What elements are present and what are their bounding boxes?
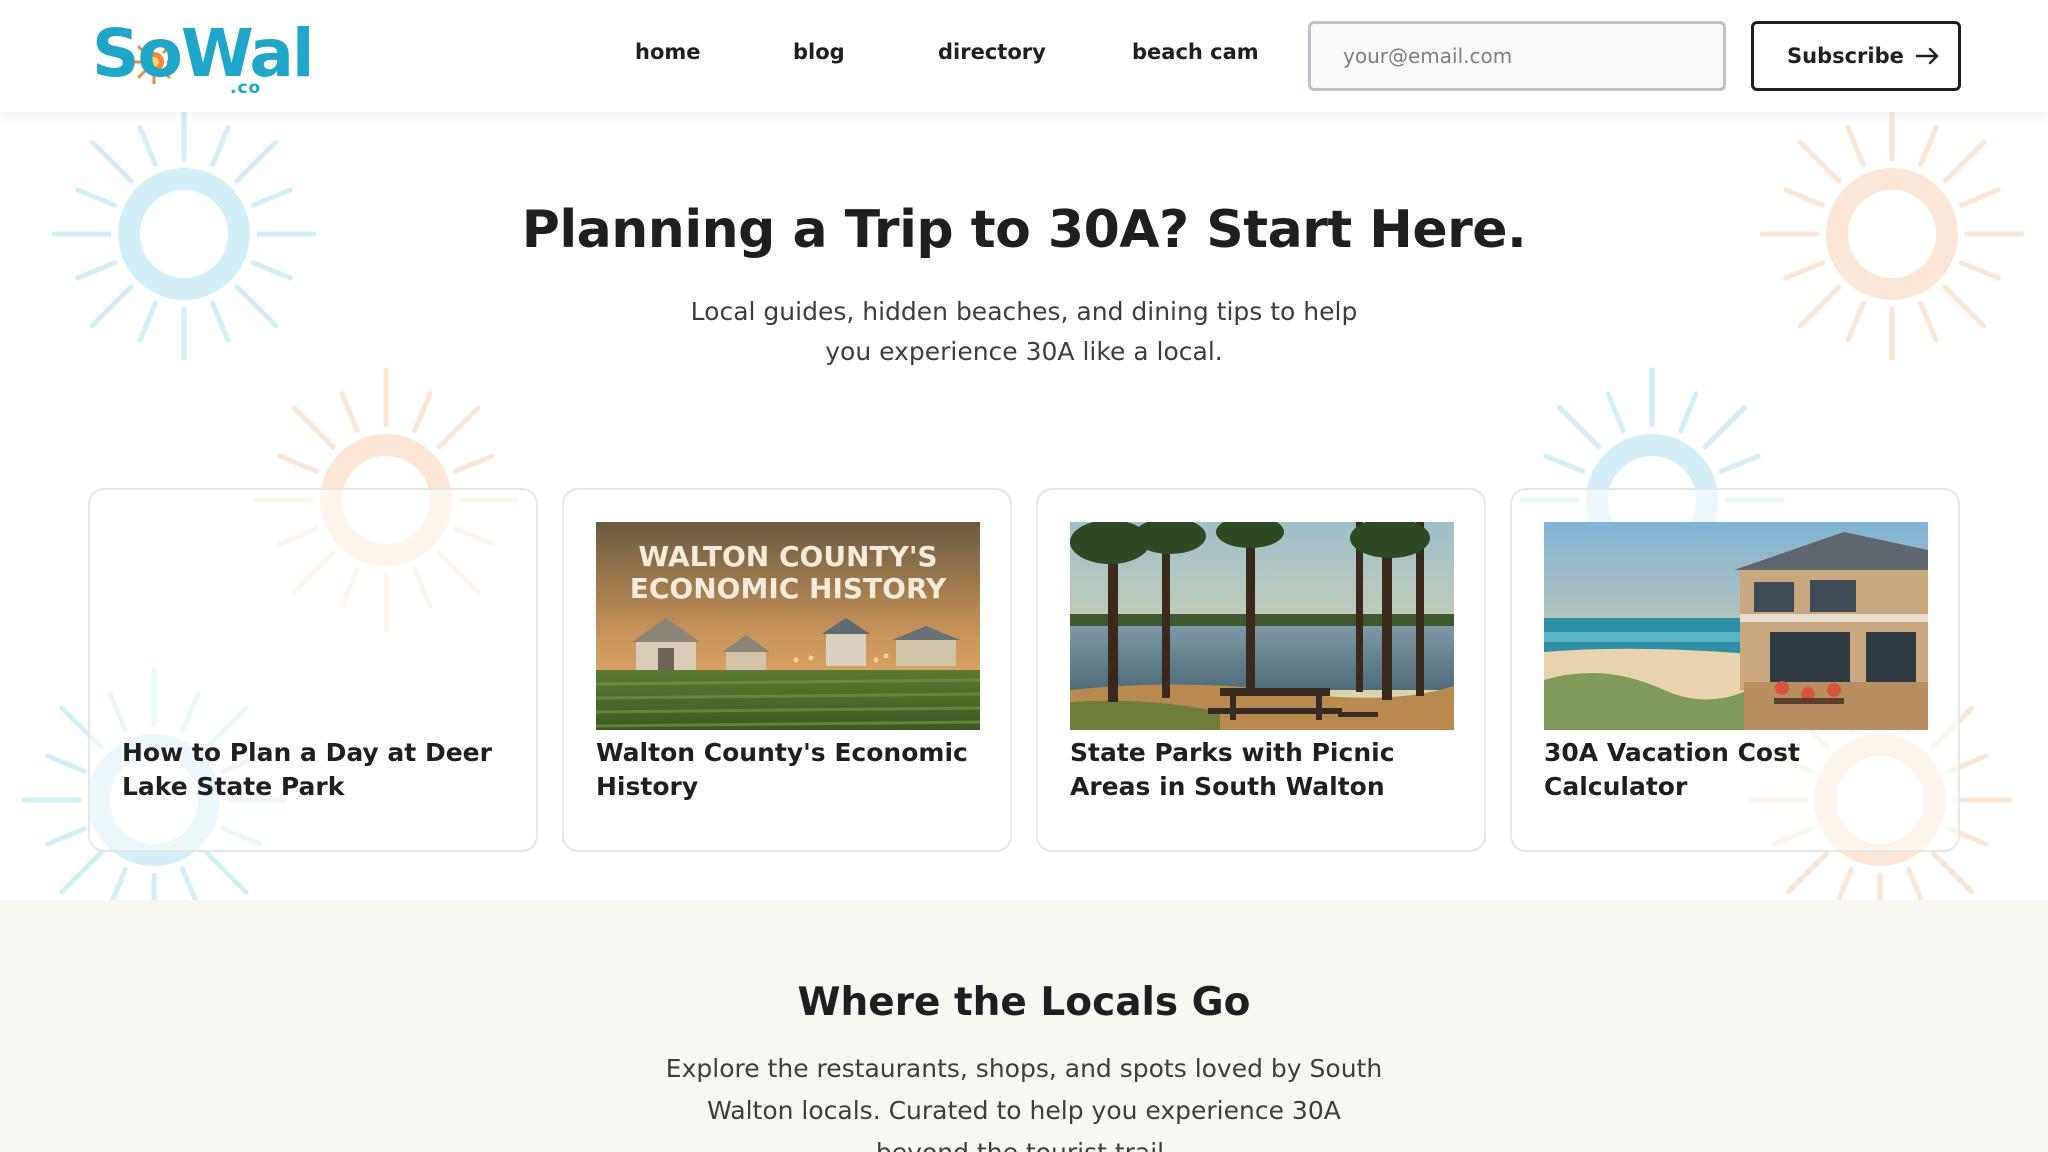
sunburst-ray	[1918, 125, 1939, 168]
sunburst-ray	[210, 125, 231, 168]
sunburst-ray	[109, 866, 128, 900]
sunburst-ray	[234, 284, 279, 329]
article-thumbnail	[1070, 522, 1454, 730]
sunburst-ray	[436, 405, 481, 450]
sunburst-ray	[1557, 405, 1602, 450]
article-card-title: 30A Vacation Cost Calculator	[1544, 738, 1800, 801]
sunburst-ray	[1783, 260, 1826, 281]
site-header: SoWal .co home blog directory beach cam …	[0, 0, 2048, 112]
sunburst-ray	[1918, 300, 1939, 343]
sunburst-ray	[1785, 850, 1830, 895]
sunburst-ray	[1845, 125, 1866, 168]
sunburst-ray	[1605, 391, 1626, 434]
sunburst-ray	[1835, 866, 1854, 900]
sunburst-ray	[1543, 453, 1586, 474]
sunburst-ray	[89, 139, 134, 184]
page-subtitle: Local guides, hidden beaches, and dining…	[690, 297, 1358, 366]
logo-suffix: .co	[230, 78, 262, 98]
sunburst-ray	[89, 284, 134, 329]
sunburst-ray	[412, 391, 433, 434]
sunburst-ray	[1845, 300, 1866, 343]
sunburst-ray	[1930, 850, 1975, 895]
sunburst-ray	[291, 405, 336, 450]
sunburst-ray	[45, 826, 88, 847]
sunburst-ray	[1718, 453, 1761, 474]
locals-section: Where the Locals Go Explore the restaura…	[0, 900, 2048, 1152]
article-card[interactable]: WALTON COUNTY'S ECONOMIC HISTORY Walton …	[562, 488, 1012, 852]
logo-wordmark: SoWal	[92, 15, 314, 92]
email-field-wrapper	[1308, 21, 1726, 91]
thumbnail-caption-line-2: ECONOMIC HISTORY	[630, 572, 947, 605]
article-card-title: Walton County's Economic History	[596, 738, 968, 801]
article-card[interactable]: 30A Vacation Cost Calculator	[1510, 488, 1960, 852]
nav-blog[interactable]: blog	[793, 40, 845, 64]
sunburst-ray	[210, 300, 231, 343]
article-card-title: State Parks with Picnic Areas in South W…	[1070, 738, 1395, 801]
sunburst-ray	[1797, 139, 1842, 184]
sunburst-ray	[1906, 866, 1925, 900]
sunburst-ray	[1942, 284, 1987, 329]
article-card[interactable]: How to Plan a Day at Deer Lake State Par…	[88, 488, 538, 852]
sunburst-ray	[180, 866, 199, 900]
sunburst-ray	[1958, 260, 2001, 281]
sunburst-ray	[234, 139, 279, 184]
page-title: Planning a Trip to 30A? Start Here.	[521, 200, 1527, 260]
nav-home[interactable]: home	[635, 40, 701, 64]
sunburst-ray	[250, 260, 293, 281]
section-subtitle: Explore the restaurants, shops, and spot…	[665, 1054, 1383, 1152]
article-thumbnail: WALTON COUNTY'S ECONOMIC HISTORY	[596, 522, 980, 730]
sunburst-ray	[75, 260, 118, 281]
sunburst-ray	[59, 850, 104, 895]
article-card[interactable]: State Parks with Picnic Areas in South W…	[1036, 488, 1486, 852]
nav-directory[interactable]: directory	[938, 40, 1046, 64]
sunburst-ray	[452, 453, 495, 474]
sunburst-ray	[204, 850, 249, 895]
sunburst-ray	[277, 453, 320, 474]
site-logo[interactable]: SoWal .co	[92, 18, 314, 99]
arrow-right-icon	[1915, 47, 1939, 65]
sunburst-ray	[339, 391, 360, 434]
nav-beach-cam[interactable]: beach cam	[1132, 40, 1259, 64]
subscribe-button[interactable]: Subscribe	[1751, 21, 1961, 91]
thumbnail-caption-line-1: WALTON COUNTY'S	[638, 540, 937, 573]
email-field[interactable]	[1311, 24, 1723, 88]
sunburst-ray	[45, 753, 88, 774]
sunburst-ray	[1942, 139, 1987, 184]
sunburst-ray	[137, 125, 158, 168]
article-card-title: How to Plan a Day at Deer Lake State Par…	[122, 738, 492, 801]
sunburst-ray	[1678, 391, 1699, 434]
sunburst-ray	[1702, 405, 1747, 450]
sunburst-ray	[137, 300, 158, 343]
section-title: Where the Locals Go	[797, 980, 1251, 1025]
sunburst-ray	[1797, 284, 1842, 329]
article-thumbnail	[1544, 522, 1928, 730]
subscribe-label: Subscribe	[1787, 44, 1904, 68]
